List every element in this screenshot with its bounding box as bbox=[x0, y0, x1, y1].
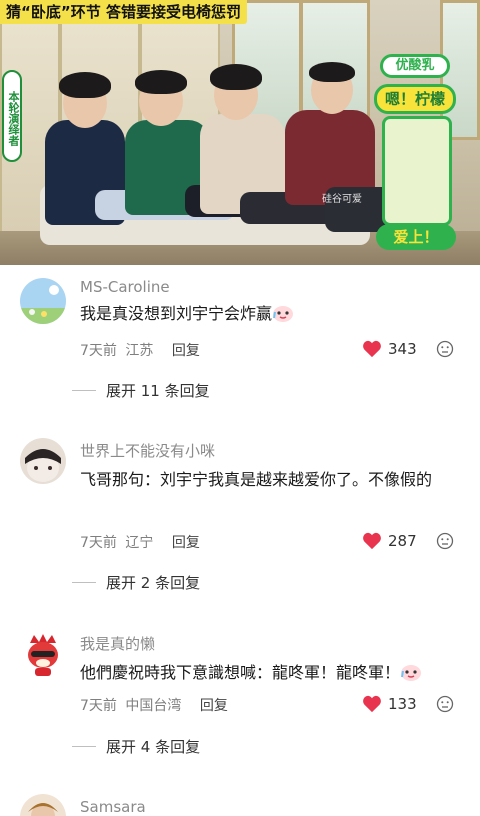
expand-replies-button[interactable]: 展开 2 条回复 bbox=[72, 572, 200, 593]
comment-text: 飞哥那句：刘宇宁我真是越来越爱你了。不像假的 bbox=[80, 470, 433, 489]
dislike-button[interactable] bbox=[436, 695, 454, 713]
brand-product-display bbox=[382, 116, 452, 226]
comment-date: 7天前 bbox=[80, 343, 117, 359]
expand-replies-button[interactable]: 展开 4 条回复 bbox=[72, 736, 200, 757]
crying-face-emoji-icon bbox=[401, 665, 422, 681]
heart-icon bbox=[363, 532, 381, 550]
comment-username[interactable]: 世界上不能没有小咪 bbox=[80, 440, 215, 461]
expand-replies-label: 展开 4 条回复 bbox=[106, 738, 201, 756]
reply-button[interactable]: 回复 bbox=[172, 343, 200, 359]
comment-item: 我是真的懒 他們慶祝時我下意識想喊：龍咚軍！龍咚軍！ 7天前 中国台湾 回复 1… bbox=[0, 625, 480, 765]
dislike-face-icon bbox=[436, 340, 454, 358]
brand-mid-label: 嗯！柠檬 bbox=[374, 84, 456, 114]
avatar[interactable] bbox=[20, 631, 66, 677]
heart-icon bbox=[363, 695, 381, 713]
brand-bottom-label: 爱上！ bbox=[376, 224, 456, 250]
dislike-face-icon bbox=[436, 532, 454, 550]
comment-meta: 7天前 辽宁 回复 bbox=[80, 532, 200, 552]
comment-item: 世界上不能没有小咪 飞哥那句：刘宇宁我真是越来越爱你了。不像假的 7天前 辽宁 … bbox=[0, 432, 480, 592]
comment-username[interactable]: MS-Caroline bbox=[80, 278, 170, 296]
divider bbox=[72, 582, 96, 583]
heart-icon bbox=[363, 340, 381, 358]
comment-meta: 7天前 中国台湾 回复 bbox=[80, 695, 228, 715]
crying-face-emoji-icon bbox=[273, 306, 294, 322]
red-character-avatar-icon bbox=[20, 631, 66, 677]
comment-username[interactable]: 我是真的懒 bbox=[80, 633, 155, 654]
expand-replies-button[interactable]: 展开 11 条回复 bbox=[72, 380, 210, 401]
cat-avatar-icon bbox=[20, 438, 66, 484]
watermark: 硅谷可爱 bbox=[322, 194, 362, 205]
comment-location: 江苏 bbox=[125, 343, 154, 359]
comment-item: MS-Caroline 我是真没想到刘宇宁会炸赢 7天前 江苏 回复 343 展… bbox=[0, 270, 480, 410]
comment-username[interactable]: Samsara bbox=[80, 798, 146, 816]
avatar[interactable] bbox=[20, 278, 66, 324]
comment-item: Samsara bbox=[0, 790, 480, 816]
divider bbox=[72, 746, 96, 747]
like-button[interactable]: 343 bbox=[362, 339, 417, 359]
avatar[interactable] bbox=[20, 794, 66, 816]
comment-date: 7天前 bbox=[80, 698, 117, 714]
reply-button[interactable]: 回复 bbox=[200, 698, 228, 714]
like-button[interactable]: 133 bbox=[362, 694, 417, 714]
comment-text-content: 我是真没想到刘宇宁会炸赢 bbox=[80, 304, 273, 323]
expand-replies-label: 展开 11 条回复 bbox=[106, 382, 210, 400]
dislike-face-icon bbox=[436, 695, 454, 713]
like-count: 287 bbox=[388, 532, 417, 550]
comment-location: 辽宁 bbox=[125, 535, 154, 551]
comment-text: 他們慶祝時我下意識想喊：龍咚軍！龍咚軍！ bbox=[80, 659, 470, 686]
video-player[interactable]: 猜“卧底”环节 答错要接受电椅惩罚 本轮演绎者 优酸乳 嗯！柠檬 爱上！ 硅谷可… bbox=[0, 0, 480, 265]
reply-button[interactable]: 回复 bbox=[172, 535, 200, 551]
avatar[interactable] bbox=[20, 438, 66, 484]
comment-meta: 7天前 江苏 回复 bbox=[80, 340, 200, 360]
divider bbox=[72, 390, 96, 391]
like-button[interactable]: 287 bbox=[362, 531, 417, 551]
comment-text-content: 他們慶祝時我下意識想喊：龍咚軍！龍咚軍！ bbox=[80, 663, 401, 682]
comment-location: 中国台湾 bbox=[125, 698, 182, 714]
video-title-banner: 猜“卧底”环节 答错要接受电椅惩罚 bbox=[0, 0, 247, 24]
comment-date: 7天前 bbox=[80, 535, 117, 551]
dislike-button[interactable] bbox=[436, 532, 454, 550]
comment-text: 我是真没想到刘宇宁会炸赢 bbox=[80, 300, 470, 327]
brand-top-label: 优酸乳 bbox=[380, 54, 450, 78]
like-count: 133 bbox=[388, 695, 417, 713]
landscape-avatar-icon bbox=[20, 278, 66, 324]
brand-sign: 优酸乳 嗯！柠檬 爱上！ bbox=[372, 40, 462, 255]
dislike-button[interactable] bbox=[436, 340, 454, 358]
portrait-avatar-icon bbox=[20, 794, 66, 816]
expand-replies-label: 展开 2 条回复 bbox=[106, 574, 201, 592]
side-tag: 本轮演绎者 bbox=[2, 70, 22, 162]
like-count: 343 bbox=[388, 340, 417, 358]
